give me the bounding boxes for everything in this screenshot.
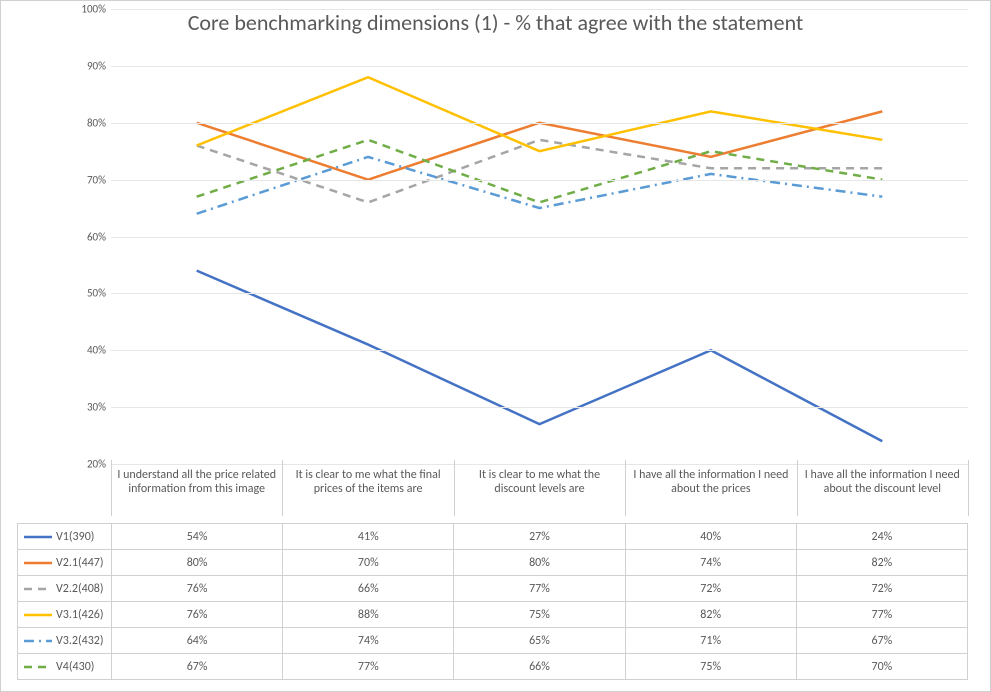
legend-cell: V1(390) (18, 524, 112, 550)
data-cell: 66% (283, 576, 454, 602)
data-cell: 74% (625, 550, 796, 576)
x-divider (625, 464, 626, 516)
data-cell: 82% (796, 550, 967, 576)
gridline (111, 123, 968, 124)
data-cell: 72% (796, 576, 967, 602)
table-row: V3.2(432) 64%74%65%71%67% (18, 628, 968, 654)
legend-label: V3.2(432) (56, 634, 104, 648)
x-tick (968, 460, 969, 464)
y-tick-label: 60% (76, 230, 106, 243)
data-cell: 74% (283, 628, 454, 654)
legend-cell: V3.2(432) (18, 628, 112, 654)
x-tick (625, 460, 626, 464)
x-category-label: It is clear to me what the final prices … (286, 468, 449, 497)
x-category-label: I have all the information I need about … (801, 468, 964, 497)
data-cell: 65% (454, 628, 625, 654)
gridline (111, 350, 968, 351)
data-cell: 77% (796, 602, 967, 628)
data-cell: 76% (112, 576, 283, 602)
y-tick-label: 30% (76, 401, 106, 414)
plot-area: 20%30%40%50%60%70%80%90%100%I understand… (111, 9, 968, 464)
data-cell: 27% (454, 524, 625, 550)
legend-swatch-icon (24, 558, 52, 568)
data-cell: 67% (796, 628, 967, 654)
x-tick (454, 460, 455, 464)
y-tick-label: 40% (76, 344, 106, 357)
data-cell: 70% (796, 654, 967, 680)
y-tick-label: 50% (76, 287, 106, 300)
data-cell: 77% (454, 576, 625, 602)
x-tick (111, 460, 112, 464)
gridline (111, 66, 968, 67)
data-cell: 82% (625, 602, 796, 628)
legend-label: V2.1(447) (56, 556, 104, 570)
series-line (197, 140, 883, 203)
series-line (197, 271, 883, 442)
legend-label: V3.1(426) (56, 608, 104, 622)
data-table: V1(390)54%41%27%40%24%V2.1(447)80%70%80%… (17, 523, 968, 680)
series-line (197, 157, 883, 214)
y-tick-label: 20% (76, 458, 106, 471)
legend-cell: V2.1(447) (18, 550, 112, 576)
data-cell: 75% (454, 602, 625, 628)
data-cell: 80% (454, 550, 625, 576)
data-cell: 88% (283, 602, 454, 628)
data-cell: 75% (625, 654, 796, 680)
legend-cell: V4(430) (18, 654, 112, 680)
data-cell: 64% (112, 628, 283, 654)
table-row: V2.1(447)80%70%80%74%82% (18, 550, 968, 576)
table-row: V1(390) 54%41%27%40%24% (18, 524, 968, 550)
legend-label: V2.2(408) (56, 582, 104, 596)
legend-swatch-icon (24, 610, 52, 620)
legend-label: V4(430) (56, 660, 94, 674)
data-cell: 40% (625, 524, 796, 550)
data-cell: 72% (625, 576, 796, 602)
x-category-label: I understand all the price related infor… (115, 468, 278, 497)
data-cell: 41% (283, 524, 454, 550)
legend-swatch-icon (24, 584, 52, 594)
x-category-label: I have all the information I need about … (629, 468, 792, 497)
x-divider (797, 464, 798, 516)
y-tick-label: 70% (76, 173, 106, 186)
legend-cell: V3.1(426) (18, 602, 112, 628)
data-cell: 76% (112, 602, 283, 628)
gridline (111, 180, 968, 181)
series-line (197, 140, 883, 203)
data-cell: 67% (112, 654, 283, 680)
y-tick-label: 80% (76, 116, 106, 129)
data-cell: 70% (283, 550, 454, 576)
series-line (197, 77, 883, 151)
data-cell: 80% (112, 550, 283, 576)
y-tick-label: 100% (76, 3, 106, 16)
legend-swatch-icon (24, 662, 52, 672)
data-cell: 24% (796, 524, 967, 550)
data-cell: 66% (454, 654, 625, 680)
table-row: V2.2(408)76%66%77%72%72% (18, 576, 968, 602)
x-divider (454, 464, 455, 516)
gridline (111, 464, 968, 465)
x-tick (282, 460, 283, 464)
gridline (111, 9, 968, 10)
legend-cell: V2.2(408) (18, 576, 112, 602)
x-divider (282, 464, 283, 516)
gridline (111, 407, 968, 408)
data-cell: 77% (283, 654, 454, 680)
legend-swatch-icon (24, 532, 52, 542)
y-tick-label: 90% (76, 59, 106, 72)
data-cell: 54% (112, 524, 283, 550)
chart-container: Core benchmarking dimensions (1) - % tha… (0, 0, 991, 692)
gridline (111, 237, 968, 238)
data-cell: 71% (625, 628, 796, 654)
legend-swatch-icon (24, 636, 52, 646)
table-row: V4(430) 67%77%66%75%70% (18, 654, 968, 680)
x-tick (797, 460, 798, 464)
legend-label: V1(390) (56, 530, 94, 544)
table-row: V3.1(426) 76%88%75%82%77% (18, 602, 968, 628)
x-divider (968, 464, 969, 516)
gridline (111, 293, 968, 294)
x-divider (111, 464, 112, 516)
x-category-label: It is clear to me what the discount leve… (458, 468, 621, 497)
